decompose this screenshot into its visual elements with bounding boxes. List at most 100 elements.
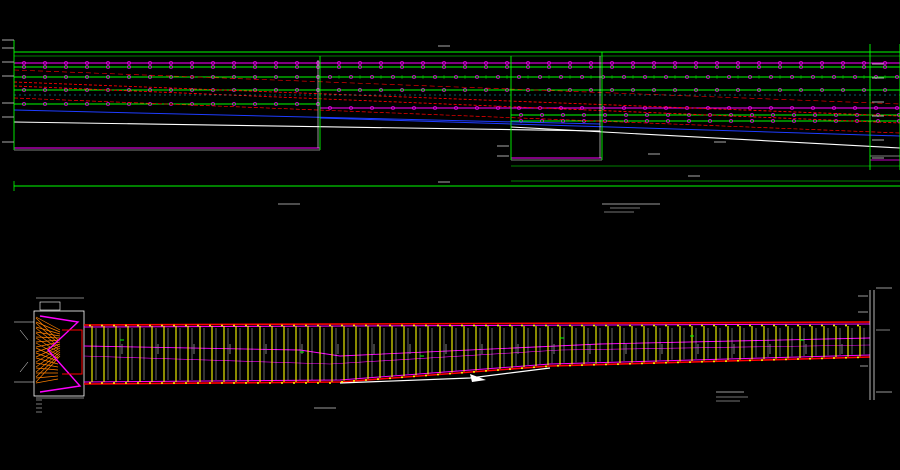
bottom-rebar-dot	[209, 382, 211, 384]
top-rebar-dot	[149, 324, 151, 327]
bottom-rebar-dot	[281, 382, 283, 384]
bottom-rebar-dot	[221, 382, 223, 384]
top-rebar-dot	[521, 324, 523, 327]
bottom-rebar-dot	[845, 356, 847, 359]
bottom-rebar-dot	[533, 366, 535, 369]
slope-red-3	[13, 97, 900, 134]
bottom-rebar-dot	[677, 361, 679, 364]
left-anchor-block	[14, 297, 85, 413]
top-rebar-dot	[317, 324, 319, 327]
beam-white-soffit	[339, 367, 551, 384]
anchor-hatch	[35, 336, 61, 339]
top-rebar-dot	[689, 324, 691, 327]
bottom-rebar-dot	[197, 382, 199, 384]
bottom-rebar-dot	[269, 382, 271, 384]
bottom-rebar-dot	[437, 373, 439, 376]
top-rebar-dot	[809, 324, 811, 327]
anchor-top-tag	[39, 301, 61, 311]
slope-white-1	[13, 121, 601, 132]
top-rebar-dot	[533, 324, 535, 327]
top-rebar-dot	[857, 324, 859, 327]
top-rebar-dot	[497, 324, 499, 327]
bottom-rebar-dot	[185, 382, 187, 384]
bottom-rebar-dot	[821, 357, 823, 360]
top-rebar-dot	[581, 324, 583, 327]
anchor-red-bar	[62, 329, 83, 375]
top-rebar-dot	[413, 324, 415, 327]
top-rebar-dot	[713, 324, 715, 327]
top-rebar-dot	[545, 324, 547, 327]
bottom-rebar-dot	[233, 382, 235, 384]
top-rebar-dot	[245, 324, 247, 327]
bottom-rebar-dot	[557, 364, 559, 367]
bottom-rebar-dot	[569, 364, 571, 367]
bottom-rebar-dot	[305, 382, 307, 384]
top-rebar-dot	[833, 324, 835, 327]
bottom-rebar-dot	[737, 359, 739, 362]
cad-drawing-canvas	[2, 39, 900, 413]
top-rebar-dot	[749, 324, 751, 327]
bottom-rebar-dot	[257, 382, 259, 384]
top-rebar-dot	[485, 324, 487, 327]
elevation-frame-lines	[13, 51, 900, 191]
top-rebar-dot	[797, 324, 799, 327]
top-rebar-dot	[101, 324, 103, 327]
bottom-rebar-dot	[101, 382, 103, 384]
top-rebar-dot	[89, 324, 91, 327]
top-rebar-dot	[173, 324, 175, 327]
top-rebar-dot	[113, 324, 115, 327]
bottom-rebar-dot	[509, 368, 511, 371]
bottom-rebar-dot	[149, 382, 151, 384]
top-rebar-dot	[293, 324, 295, 327]
top-rebar-dot	[269, 324, 271, 327]
bottom-rebar-dot	[809, 357, 811, 360]
bottom-rebar-dot	[593, 363, 595, 366]
top-rebar-dot	[161, 324, 163, 327]
bottom-rebar-dot	[173, 382, 175, 384]
top-rebar-dot	[593, 324, 595, 327]
bottom-rebar-dot	[785, 358, 787, 361]
stirrup-lines	[91, 326, 865, 382]
reinforcement-section-view	[14, 287, 892, 413]
bottom-rebar-dot	[389, 377, 391, 380]
top-rebar-dot	[845, 324, 847, 327]
bottom-rebar-dot	[341, 380, 343, 383]
left-leader-3	[19, 329, 29, 341]
bottom-rebar-dot	[401, 376, 403, 379]
top-rebar-dot	[185, 324, 187, 327]
bottom-rebar-dot	[797, 358, 799, 361]
top-rebar-dot	[137, 324, 139, 327]
bottom-rebar-dot	[161, 382, 163, 384]
top-rebar-dot	[305, 324, 307, 327]
top-rebar-dot	[629, 324, 631, 327]
top-rebar-dot	[677, 324, 679, 327]
bottom-rebar-dot	[701, 360, 703, 363]
bottom-rebar-dot	[125, 382, 127, 384]
section-divider-lines	[13, 40, 900, 170]
right-end-detail	[314, 287, 892, 409]
top-rebar-dot	[197, 324, 199, 327]
bottom-rebar-dot	[353, 379, 355, 382]
bottom-rebar-dot	[665, 361, 667, 364]
top-rebar-dot	[461, 324, 463, 327]
bottom-rebar-dot	[461, 371, 463, 374]
bottom-rebar-dot	[749, 359, 751, 362]
top-rebar-dot	[281, 324, 283, 327]
top-rebar-dot	[569, 324, 571, 327]
anchor-hatch	[35, 375, 59, 379]
bottom-rebar-dot	[497, 368, 499, 371]
anchor-hatch	[35, 378, 59, 384]
top-rebar-dot	[773, 324, 775, 327]
top-rebar-dot	[617, 324, 619, 327]
top-rebar-dot	[437, 324, 439, 327]
bottom-rebar-dot	[581, 364, 583, 367]
bottom-rebar-dot	[833, 357, 835, 360]
slope-blue-1	[13, 109, 601, 125]
top-rebar-dot	[221, 324, 223, 327]
bottom-rebar-dot	[473, 370, 475, 373]
bottom-rebar-dot	[653, 362, 655, 365]
top-rebar-dot	[509, 324, 511, 327]
slope-red-2	[13, 85, 900, 124]
top-rebar-dot	[341, 324, 343, 327]
top-rebar-dot	[701, 324, 703, 327]
